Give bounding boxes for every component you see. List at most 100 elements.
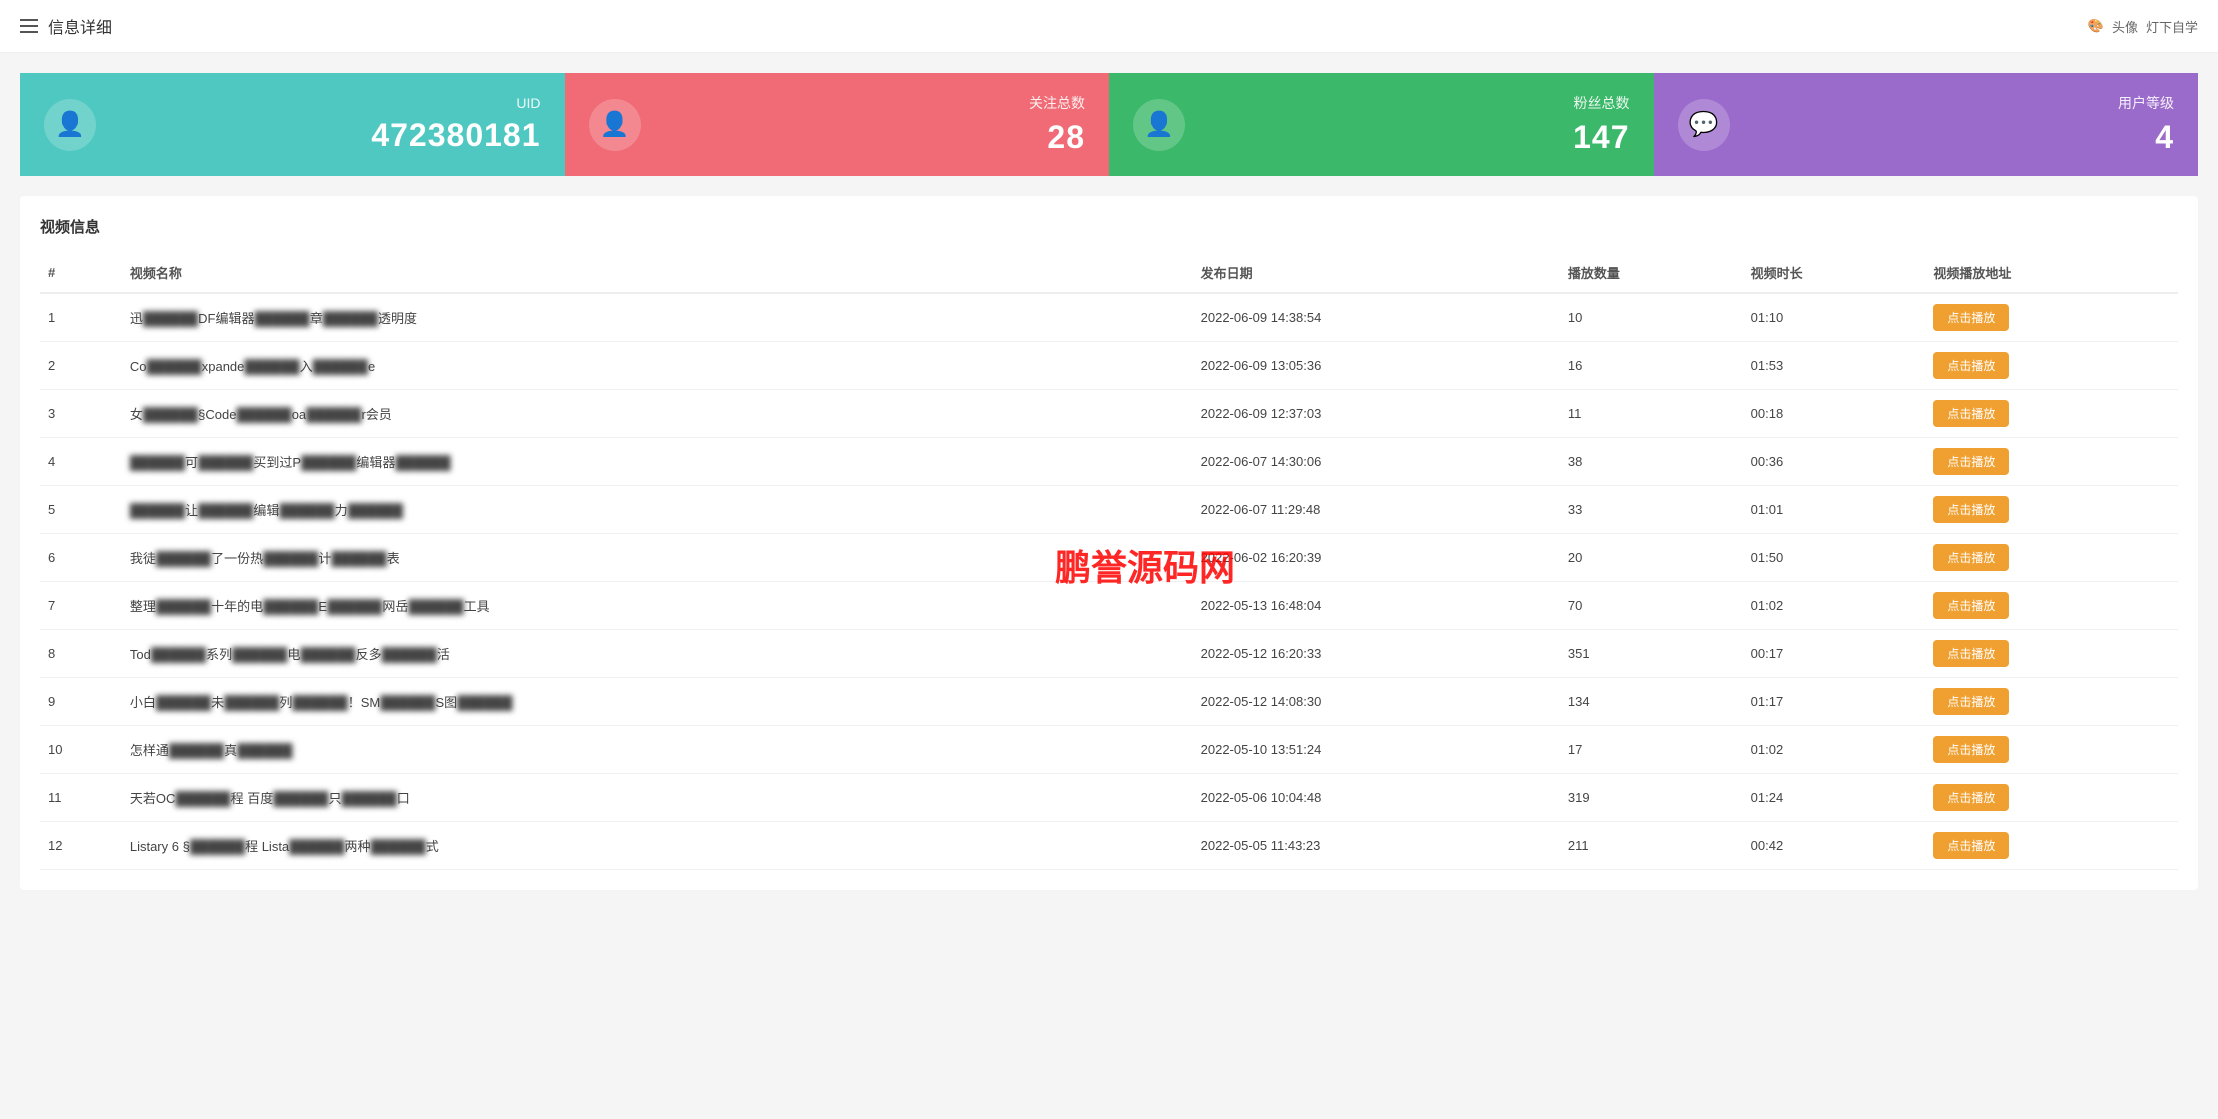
cell-plays: 33 (1560, 486, 1743, 534)
table-row: 2Co██████xpande██████入██████e2022-06-09 … (40, 342, 2178, 390)
table-row: 5██████让██████编辑██████力██████2022-06-07 … (40, 486, 2178, 534)
cell-duration: 00:18 (1743, 390, 1926, 438)
col-num: # (40, 253, 122, 293)
cell-play-url: 点击播放 (1925, 822, 2178, 870)
cell-plays: 38 (1560, 438, 1743, 486)
cell-num: 6 (40, 534, 122, 582)
table-row: 10怎样通██████真██████2022-05-10 13:51:24170… (40, 726, 2178, 774)
cell-plays: 211 (1560, 822, 1743, 870)
cell-date: 2022-06-07 11:29:48 (1193, 486, 1560, 534)
col-duration: 视频时长 (1743, 253, 1926, 293)
play-button[interactable]: 点击播放 (1933, 304, 2009, 331)
video-table: # 视频名称 发布日期 播放数量 视频时长 视频播放地址 1迅██████DF编… (40, 253, 2178, 870)
fans-label: 粉丝总数 (1574, 93, 1630, 113)
play-button[interactable]: 点击播放 (1933, 832, 2009, 859)
play-button[interactable]: 点击播放 (1933, 784, 2009, 811)
stat-card-fans: 👤 粉丝总数 147 (1109, 73, 1654, 176)
cell-date: 2022-06-09 14:38:54 (1193, 293, 1560, 342)
hamburger-menu[interactable] (20, 19, 38, 33)
play-button[interactable]: 点击播放 (1933, 640, 2009, 667)
cell-plays: 134 (1560, 678, 1743, 726)
header-left: 信息详细 (20, 14, 112, 38)
cell-duration: 01:10 (1743, 293, 1926, 342)
cell-plays: 10 (1560, 293, 1743, 342)
cell-name: 我徒██████了一份热██████计██████表 (122, 534, 1193, 582)
cell-date: 2022-06-09 12:37:03 (1193, 390, 1560, 438)
play-button[interactable]: 点击播放 (1933, 688, 2009, 715)
cell-play-url: 点击播放 (1925, 678, 2178, 726)
level-icon: 💬 (1678, 99, 1730, 151)
cell-name: 天若OC██████程 百度██████只██████口 (122, 774, 1193, 822)
cell-duration: 01:17 (1743, 678, 1926, 726)
cell-num: 4 (40, 438, 122, 486)
table-row: 6我徒██████了一份热██████计██████表2022-06-02 16… (40, 534, 2178, 582)
level-info: 用户等级 4 (1746, 93, 2175, 156)
fans-value: 147 (1573, 119, 1629, 156)
cell-num: 11 (40, 774, 122, 822)
cell-plays: 20 (1560, 534, 1743, 582)
cell-num: 7 (40, 582, 122, 630)
cell-name: Co██████xpande██████入██████e (122, 342, 1193, 390)
cell-plays: 70 (1560, 582, 1743, 630)
section-title: 视频信息 (40, 216, 2178, 237)
follows-label: 关注总数 (1029, 93, 1085, 113)
cell-duration: 00:17 (1743, 630, 1926, 678)
cell-duration: 01:50 (1743, 534, 1926, 582)
level-label: 用户等级 (2118, 93, 2174, 113)
cell-play-url: 点击播放 (1925, 630, 2178, 678)
play-button[interactable]: 点击播放 (1933, 544, 2009, 571)
stats-row: 👤 UID 472380181 👤 关注总数 28 👤 粉丝总数 147 💬 用… (20, 73, 2198, 176)
cell-plays: 351 (1560, 630, 1743, 678)
header: 信息详细 🎨 头像 灯下自学 (0, 0, 2218, 53)
cell-date: 2022-05-12 14:08:30 (1193, 678, 1560, 726)
follows-icon: 👤 (589, 99, 641, 151)
user-name: 灯下自学 (2146, 17, 2198, 36)
uid-value: 472380181 (371, 117, 540, 154)
stat-card-follows: 👤 关注总数 28 (565, 73, 1110, 176)
cell-play-url: 点击播放 (1925, 390, 2178, 438)
follows-value: 28 (1047, 119, 1085, 156)
fans-icon: 👤 (1133, 99, 1185, 151)
cell-play-url: 点击播放 (1925, 726, 2178, 774)
play-button[interactable]: 点击播放 (1933, 736, 2009, 763)
uid-label: UID (516, 95, 540, 111)
cell-name: 怎样通██████真██████ (122, 726, 1193, 774)
level-value: 4 (2155, 119, 2174, 156)
cell-num: 1 (40, 293, 122, 342)
palette-icon[interactable]: 🎨 (2088, 18, 2104, 34)
col-url: 视频播放地址 (1925, 253, 2178, 293)
table-row: 11天若OC██████程 百度██████只██████口2022-05-06… (40, 774, 2178, 822)
cell-duration: 01:02 (1743, 582, 1926, 630)
play-button[interactable]: 点击播放 (1933, 352, 2009, 379)
cell-duration: 01:24 (1743, 774, 1926, 822)
cell-num: 3 (40, 390, 122, 438)
cell-num: 12 (40, 822, 122, 870)
follows-info: 关注总数 28 (657, 93, 1086, 156)
cell-duration: 01:53 (1743, 342, 1926, 390)
play-button[interactable]: 点击播放 (1933, 592, 2009, 619)
cell-name: 整理██████十年的电██████E██████网岳██████工具 (122, 582, 1193, 630)
cell-num: 10 (40, 726, 122, 774)
cell-name: 小白██████未██████列██████！SM██████S图██████ (122, 678, 1193, 726)
cell-name: Listary 6 §██████程 Lista██████两种██████式 (122, 822, 1193, 870)
table-row: 7整理██████十年的电██████E██████网岳██████工具2022… (40, 582, 2178, 630)
col-name: 视频名称 (122, 253, 1193, 293)
cell-num: 2 (40, 342, 122, 390)
cell-date: 2022-05-05 11:43:23 (1193, 822, 1560, 870)
cell-num: 9 (40, 678, 122, 726)
video-section: 视频信息 # 视频名称 发布日期 播放数量 视频时长 视频播放地址 1迅████… (20, 196, 2198, 890)
play-button[interactable]: 点击播放 (1933, 400, 2009, 427)
cell-play-url: 点击播放 (1925, 486, 2178, 534)
play-button[interactable]: 点击播放 (1933, 448, 2009, 475)
cell-play-url: 点击播放 (1925, 774, 2178, 822)
play-button[interactable]: 点击播放 (1933, 496, 2009, 523)
cell-name: Tod██████系列██████电██████反多██████活 (122, 630, 1193, 678)
cell-date: 2022-05-06 10:04:48 (1193, 774, 1560, 822)
table-row: 8Tod██████系列██████电██████反多██████活2022-0… (40, 630, 2178, 678)
avatar-label[interactable]: 头像 (2112, 17, 2138, 36)
stat-card-level: 💬 用户等级 4 (1654, 73, 2199, 176)
cell-name: 迅██████DF编辑器██████章██████透明度 (122, 293, 1193, 342)
table-row: 3女██████§Code██████oa██████r会员2022-06-09… (40, 390, 2178, 438)
cell-num: 5 (40, 486, 122, 534)
cell-date: 2022-06-09 13:05:36 (1193, 342, 1560, 390)
